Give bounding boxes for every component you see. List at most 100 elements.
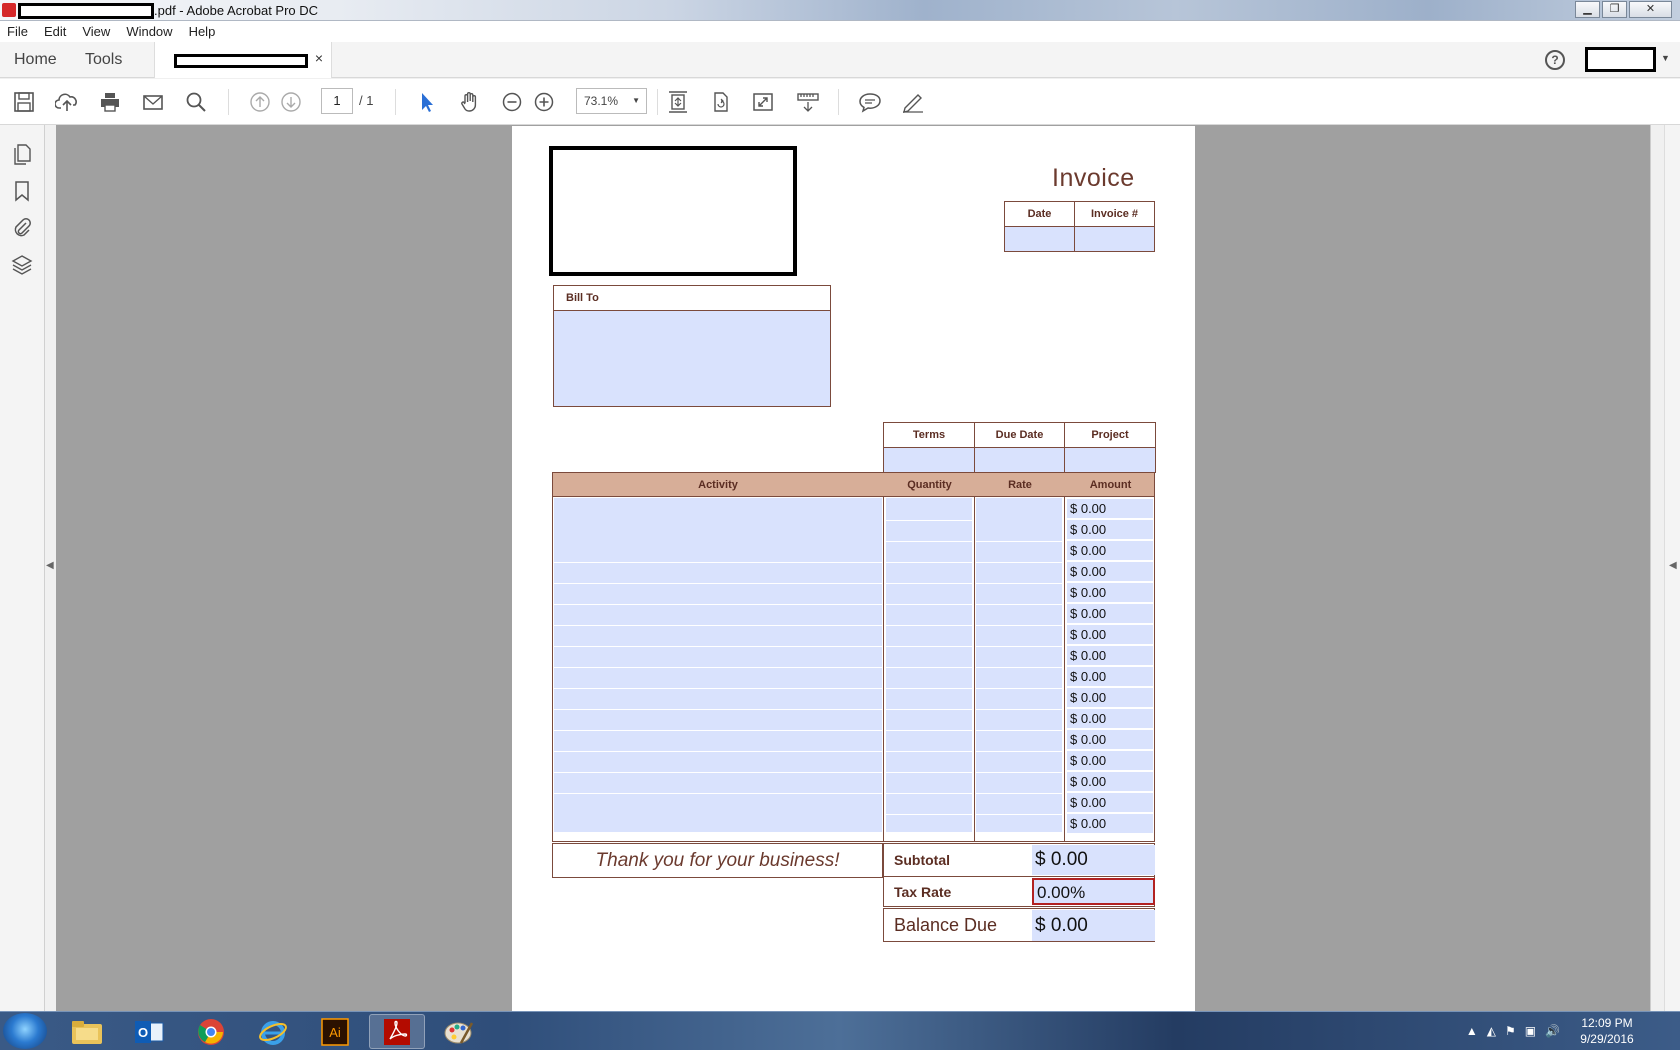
rotate-page-icon[interactable]: [709, 91, 733, 113]
start-button[interactable]: [3, 1013, 47, 1049]
amount-field[interactable]: $ 0.00: [1067, 667, 1153, 686]
zoom-in-icon[interactable]: [532, 91, 556, 113]
amount-field[interactable]: $ 0.00: [1067, 520, 1153, 539]
main-toolbar: 1 / 1 73.1% ▼: [0, 79, 1680, 125]
fit-page-icon[interactable]: [666, 91, 690, 113]
print-icon[interactable]: [98, 91, 122, 113]
outlook-icon[interactable]: O: [121, 1014, 177, 1049]
activity-column-field[interactable]: [554, 498, 882, 832]
amount-field[interactable]: $ 0.00: [1067, 583, 1153, 602]
quantity-column-field[interactable]: [886, 498, 972, 832]
tab-tools[interactable]: Tools: [85, 51, 122, 69]
show-hidden-icons-icon[interactable]: ▲: [1466, 1024, 1478, 1038]
save-icon[interactable]: [12, 91, 36, 113]
email-icon[interactable]: [141, 91, 165, 113]
menu-view[interactable]: View: [82, 24, 110, 39]
fill-sign-pen-icon[interactable]: [901, 91, 925, 113]
balance-due-field[interactable]: $ 0.00: [1032, 910, 1155, 941]
menu-file[interactable]: File: [7, 24, 28, 39]
rate-column-field[interactable]: [976, 498, 1062, 832]
acrobat-taskbar-icon[interactable]: [369, 1014, 425, 1049]
amount-field[interactable]: $ 0.00: [1067, 709, 1153, 728]
read-mode-icon[interactable]: [796, 91, 820, 113]
amount-field[interactable]: $ 0.00: [1067, 772, 1153, 791]
page-number-input[interactable]: 1: [321, 88, 353, 114]
network-app-icon[interactable]: ◭: [1487, 1024, 1496, 1038]
amount-field[interactable]: $ 0.00: [1067, 751, 1153, 770]
close-window-button[interactable]: ✕: [1629, 1, 1672, 18]
restore-button[interactable]: ❐: [1602, 1, 1627, 18]
project-field[interactable]: [1064, 447, 1156, 473]
amount-field[interactable]: $ 0.00: [1067, 562, 1153, 581]
svg-text:O: O: [138, 1025, 148, 1040]
amount-field[interactable]: $ 0.00: [1067, 625, 1153, 644]
page-thumbnails-icon[interactable]: [10, 142, 34, 166]
full-screen-icon[interactable]: [751, 91, 775, 113]
amount-field[interactable]: $ 0.00: [1067, 499, 1153, 518]
paint-icon[interactable]: [431, 1014, 487, 1049]
subtotal-field[interactable]: $ 0.00: [1032, 845, 1155, 875]
row-separator: [886, 646, 972, 647]
amount-field[interactable]: $ 0.00: [1067, 730, 1153, 749]
tax-rate-row: Tax Rate 0.00%: [883, 876, 1155, 907]
due-date-field[interactable]: [974, 447, 1065, 473]
zoom-level-select[interactable]: 73.1% ▼: [576, 88, 647, 114]
tab-document[interactable]: ×: [154, 42, 332, 78]
invoice-number-field[interactable]: [1074, 226, 1155, 252]
redacted-account[interactable]: [1585, 47, 1656, 72]
project-header: Project: [1064, 422, 1156, 448]
menu-help[interactable]: Help: [189, 24, 216, 39]
amount-field[interactable]: $ 0.00: [1067, 541, 1153, 560]
bill-to-field[interactable]: [554, 311, 830, 406]
upload-cloud-icon[interactable]: [55, 91, 79, 113]
row-separator: [976, 646, 1062, 647]
quantity-header: Quantity: [907, 479, 952, 491]
terms-field[interactable]: [883, 447, 975, 473]
search-icon[interactable]: [184, 91, 208, 113]
attachment-paperclip-icon[interactable]: [10, 215, 34, 239]
comment-icon[interactable]: [858, 91, 882, 113]
previous-page-icon[interactable]: [248, 91, 272, 113]
vertical-scrollbar[interactable]: [1651, 125, 1665, 1011]
tax-rate-field[interactable]: 0.00%: [1032, 878, 1155, 905]
file-explorer-icon[interactable]: [59, 1014, 115, 1049]
minimize-button[interactable]: ▁: [1575, 1, 1600, 18]
menu-window[interactable]: Window: [126, 24, 172, 39]
layers-icon[interactable]: [10, 252, 34, 276]
tab-close-button[interactable]: ×: [315, 50, 323, 66]
amount-field[interactable]: $ 0.00: [1067, 793, 1153, 812]
next-page-icon[interactable]: [279, 91, 303, 113]
amount-field[interactable]: $ 0.00: [1067, 814, 1153, 833]
account-caret-icon[interactable]: ▼: [1661, 53, 1670, 63]
amount-header: Amount: [1089, 479, 1132, 491]
row-separator: [976, 583, 1062, 584]
menu-edit[interactable]: Edit: [44, 24, 66, 39]
chrome-icon[interactable]: [183, 1014, 239, 1049]
row-separator: [976, 772, 1062, 773]
bookmark-icon[interactable]: [10, 179, 34, 203]
amount-field[interactable]: $ 0.00: [1067, 646, 1153, 665]
flag-icon[interactable]: ⚑: [1505, 1024, 1516, 1038]
clock[interactable]: 12:09 PM 9/29/2016: [1572, 1015, 1642, 1047]
amount-field[interactable]: $ 0.00: [1067, 688, 1153, 707]
column-divider: [974, 472, 975, 842]
internet-explorer-icon[interactable]: [245, 1014, 301, 1049]
help-icon[interactable]: ?: [1545, 50, 1565, 70]
zoom-out-icon[interactable]: [500, 91, 524, 113]
row-separator: [886, 730, 972, 731]
tab-home[interactable]: Home: [14, 51, 57, 69]
column-divider: [1064, 472, 1065, 842]
select-cursor-icon[interactable]: [415, 91, 439, 113]
illustrator-icon[interactable]: Ai: [307, 1014, 363, 1049]
volume-icon[interactable]: 🔊: [1545, 1024, 1560, 1038]
expand-right-pane-icon[interactable]: ◀: [1669, 560, 1677, 571]
row-separator: [554, 667, 882, 668]
collapse-left-pane-icon[interactable]: ◀: [46, 560, 56, 571]
date-field[interactable]: [1004, 226, 1075, 252]
monitor-icon[interactable]: ▣: [1525, 1024, 1536, 1038]
rate-header: Rate: [1008, 479, 1032, 491]
right-pane: ◀: [1650, 125, 1680, 1011]
windows-taskbar: O Ai ▲ ◭ ⚑ ▣ 🔊 12:09 PM 9/29/2016: [0, 1011, 1680, 1050]
amount-field[interactable]: $ 0.00: [1067, 604, 1153, 623]
hand-tool-icon[interactable]: [458, 91, 482, 113]
